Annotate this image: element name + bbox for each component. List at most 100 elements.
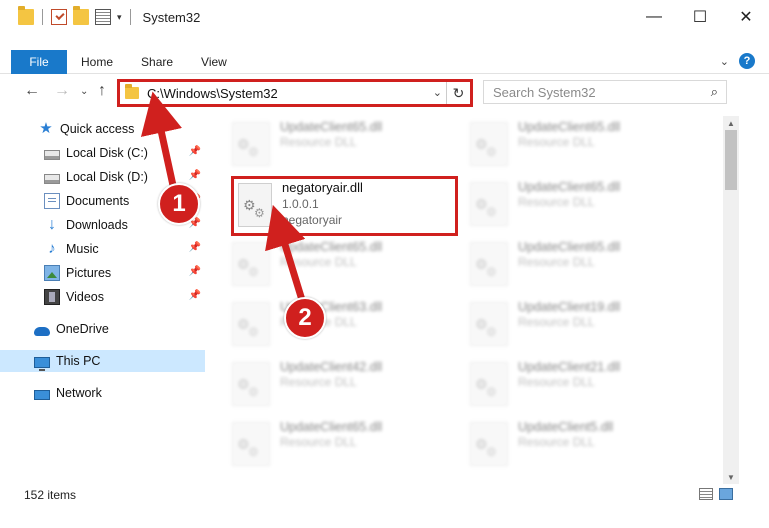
- customize-toolbar-icon[interactable]: ▾: [117, 12, 122, 23]
- disk-icon: [44, 173, 60, 184]
- sidebar-item-onedrive[interactable]: OneDrive: [0, 318, 205, 340]
- search-input[interactable]: [484, 84, 694, 100]
- sidebar-item-local-disk-c[interactable]: Local Disk (C:) 📌: [0, 142, 205, 164]
- scroll-thumb[interactable]: [725, 130, 737, 190]
- tab-share[interactable]: Share: [127, 50, 187, 74]
- maximize-button[interactable]: ☐: [677, 0, 723, 34]
- sidebar-item-label: OneDrive: [56, 322, 109, 336]
- address-dropdown-icon[interactable]: ⌄: [433, 86, 442, 99]
- list-item[interactable]: ⚙ ⚙ UpdateClient65.dll Resource DLL: [448, 176, 674, 232]
- dll-file-icon: ⚙ ⚙: [232, 122, 270, 166]
- sidebar-item-this-pc[interactable]: This PC: [0, 350, 205, 372]
- file-description: Resource DLL: [518, 255, 595, 269]
- sidebar-item-quick-access[interactable]: ★ Quick access: [0, 118, 205, 140]
- details-view-icon[interactable]: [699, 488, 713, 500]
- download-icon: ↓: [48, 216, 56, 233]
- dll-file-icon: ⚙ ⚙: [470, 182, 508, 226]
- tab-file[interactable]: File: [11, 49, 67, 74]
- dll-file-icon: ⚙ ⚙: [470, 242, 508, 286]
- pin-icon[interactable]: 📌: [189, 170, 201, 181]
- quick-access-toolbar: ▾: [0, 0, 133, 34]
- dll-file-icon: ⚙ ⚙: [232, 242, 270, 286]
- list-item[interactable]: ⚙ ⚙ UpdateClient65.dll Resource DLL: [448, 236, 674, 292]
- list-item[interactable]: ⚙ ⚙ UpdateClient65.dll Resource DLL: [210, 116, 436, 172]
- help-icon[interactable]: ?: [739, 53, 755, 69]
- sidebar-item-videos[interactable]: Videos 📌: [0, 286, 205, 308]
- window-controls: — ☐ ✕: [631, 0, 769, 34]
- file-description: Resource DLL: [280, 135, 357, 149]
- minimize-button[interactable]: —: [631, 0, 677, 34]
- forward-arrow-icon[interactable]: →: [54, 82, 70, 100]
- address-bar[interactable]: C:\Windows\System32 ⌄ ↻: [117, 79, 473, 107]
- sidebar-item-pictures[interactable]: Pictures 📌: [0, 262, 205, 284]
- view-switcher: [699, 488, 733, 500]
- file-name: UpdateClient21.dll: [518, 360, 621, 374]
- navigation-pane: ★ Quick access Local Disk (C:) 📌 Local D…: [0, 116, 210, 480]
- window-title: System32: [142, 9, 201, 25]
- file-version: 1.0.0.1: [282, 197, 319, 211]
- star-icon: ★: [39, 120, 53, 137]
- file-name: UpdateClient65.dll: [518, 240, 621, 254]
- list-item[interactable]: ⚙ ⚙ UpdateClient5.dll Resource DLL: [448, 416, 674, 472]
- folder-icon: [18, 6, 34, 25]
- vertical-scrollbar[interactable]: ▲ ▼: [723, 116, 739, 484]
- file-name: UpdateClient65.dll: [518, 180, 621, 194]
- pin-icon[interactable]: 📌: [189, 266, 201, 277]
- list-item[interactable]: ⚙ ⚙ UpdateClient65.dll Resource DLL: [210, 416, 436, 472]
- pin-icon[interactable]: 📌: [189, 242, 201, 253]
- file-list: ⚙ ⚙ UpdateClient65.dll Resource DLL ⚙ ⚙ Upd…: [210, 110, 722, 480]
- separator: [42, 9, 43, 25]
- close-button[interactable]: ✕: [723, 0, 769, 34]
- up-arrow-icon[interactable]: ↑: [98, 82, 106, 100]
- tab-home[interactable]: Home: [67, 50, 127, 74]
- ribbon-right: ⌄ ?: [720, 53, 755, 69]
- file-company: negatoryair: [282, 213, 343, 227]
- refresh-icon[interactable]: ↻: [446, 82, 470, 104]
- scroll-down-icon[interactable]: ▼: [723, 470, 739, 484]
- file-description: Resource DLL: [518, 315, 595, 329]
- folder-icon: [125, 84, 139, 99]
- scroll-up-icon[interactable]: ▲: [723, 116, 739, 130]
- pin-icon[interactable]: 📌: [189, 146, 201, 157]
- dll-file-icon: ⚙ ⚙: [470, 122, 508, 166]
- list-item[interactable]: ⚙ ⚙ UpdateClient65.dll Resource DLL: [210, 236, 436, 292]
- list-item[interactable]: ⚙ ⚙ UpdateClient19.dll Resource DLL: [448, 296, 674, 352]
- sidebar-item-music[interactable]: ♪ Music 📌: [0, 238, 205, 260]
- pin-icon[interactable]: 📌: [189, 290, 201, 301]
- expand-ribbon-icon[interactable]: ⌄: [720, 55, 729, 68]
- file-name: UpdateClient65.dll: [518, 120, 621, 134]
- dll-file-icon: ⚙ ⚙: [232, 302, 270, 346]
- view-icon[interactable]: [95, 9, 111, 25]
- status-bar: 152 items: [0, 484, 769, 506]
- sidebar-item-label: Downloads: [66, 218, 128, 232]
- list-item[interactable]: ⚙ ⚙ UpdateClient42.dll Resource DLL: [210, 356, 436, 412]
- list-item[interactable]: ⚙ ⚙ UpdateClient21.dll Resource DLL: [448, 356, 674, 412]
- highlighted-file-item[interactable]: ⚙ ⚙ negatoryair.dll 1.0.0.1 negatoryair: [231, 176, 458, 236]
- step-badge-2: 2: [284, 297, 326, 339]
- new-folder-icon[interactable]: [73, 6, 89, 25]
- dll-file-icon: ⚙ ⚙: [232, 362, 270, 406]
- onedrive-icon: [34, 326, 50, 336]
- file-name: UpdateClient65.dll: [280, 120, 383, 134]
- dll-file-icon: ⚙ ⚙: [232, 422, 270, 466]
- search-icon[interactable]: ⌕: [711, 84, 718, 100]
- dll-file-icon: ⚙ ⚙: [470, 362, 508, 406]
- sidebar-item-label: This PC: [56, 354, 101, 368]
- sidebar-item-network[interactable]: Network: [0, 382, 205, 404]
- sidebar-item-label: Documents: [66, 194, 130, 208]
- search-box[interactable]: ⌕: [483, 80, 727, 104]
- title-bar: ▾ System32 — ☐ ✕: [0, 0, 769, 34]
- large-icons-view-icon[interactable]: [719, 488, 733, 500]
- disk-icon: [44, 149, 60, 160]
- sidebar-item-label: Quick access: [60, 122, 135, 136]
- address-path: C:\Windows\System32: [147, 85, 278, 101]
- file-description: Resource DLL: [280, 435, 357, 449]
- recent-locations-icon[interactable]: ⌄: [80, 86, 88, 97]
- step-badge-1: 1: [158, 183, 200, 225]
- list-item[interactable]: ⚙ ⚙ UpdateClient65.dll Resource DLL: [448, 116, 674, 172]
- properties-icon[interactable]: [51, 9, 67, 25]
- music-icon: ♪: [48, 240, 56, 257]
- file-name: negatoryair.dll: [282, 180, 363, 195]
- back-arrow-icon[interactable]: ←: [24, 82, 40, 100]
- tab-view[interactable]: View: [187, 50, 241, 74]
